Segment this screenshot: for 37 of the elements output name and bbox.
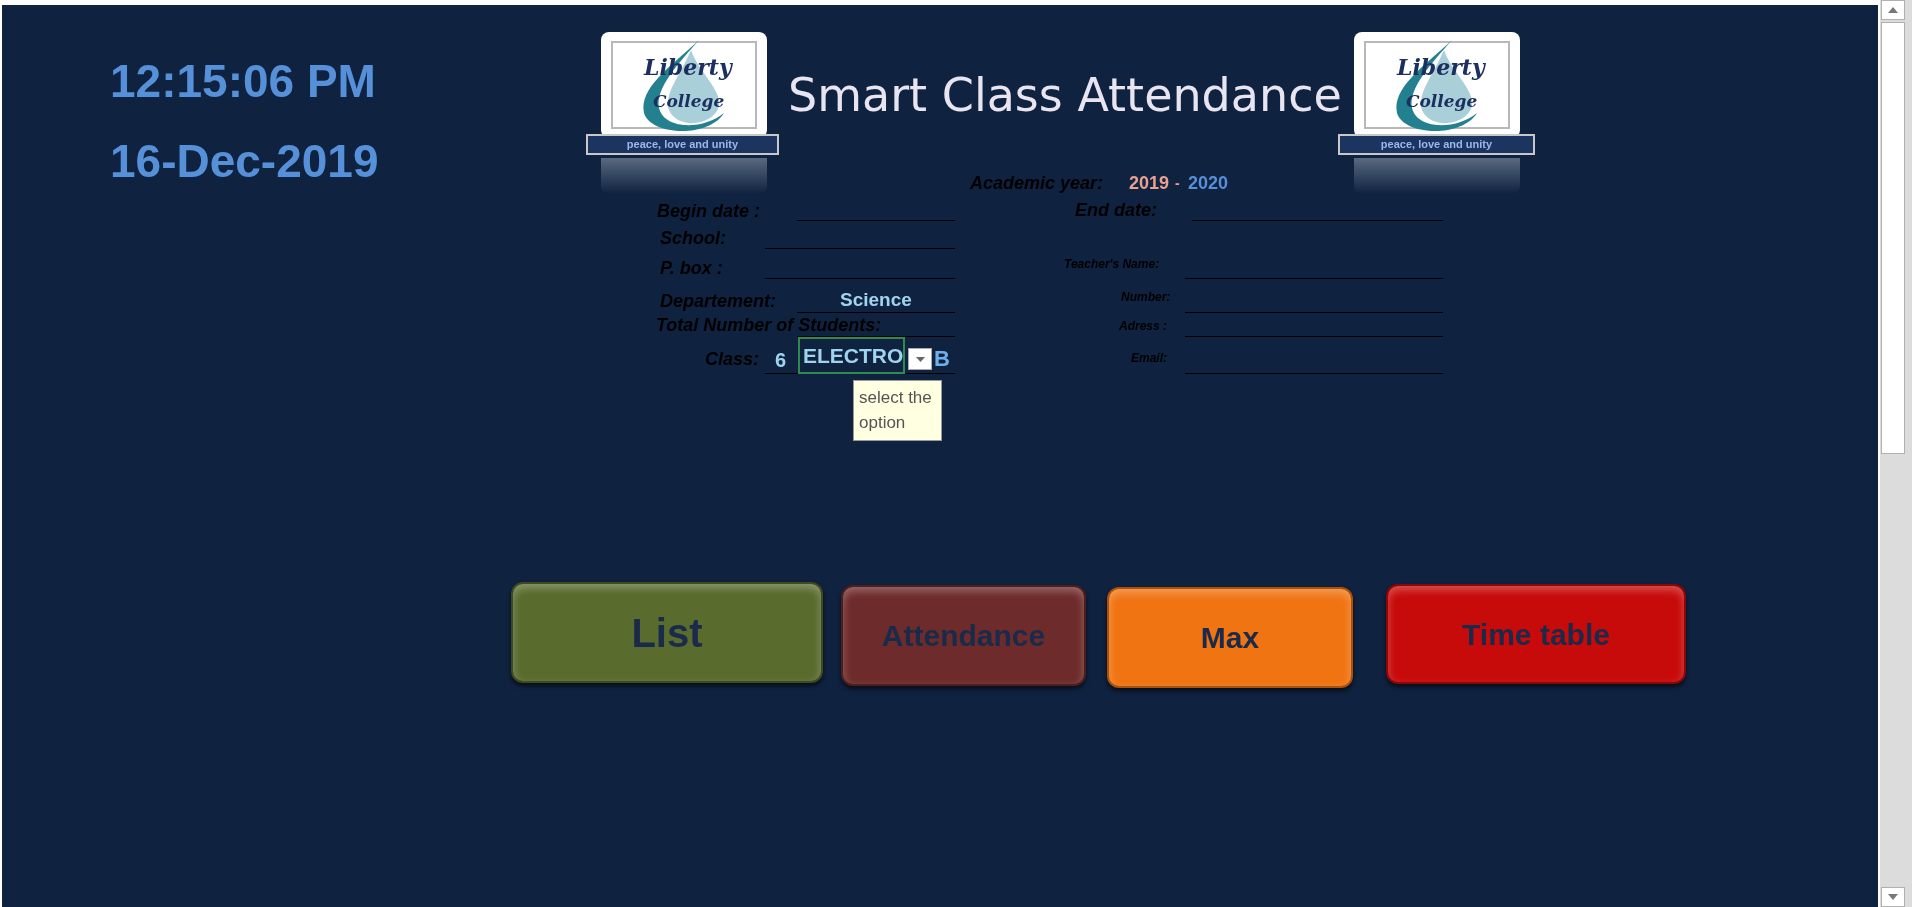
field-label: P. box :	[660, 257, 723, 280]
caret-icon	[915, 356, 925, 362]
field-label: Adress :	[1119, 318, 1168, 335]
scroll-down-button[interactable]	[1881, 887, 1905, 907]
year-start: 2019	[1129, 172, 1170, 195]
logo-motto: peace, love and unity	[1338, 134, 1535, 155]
year-separator: -	[1175, 174, 1180, 193]
clock-time: 12:15:06 PM	[110, 58, 376, 104]
scrollbar[interactable]	[1880, 0, 1912, 907]
up-arrow-icon	[1888, 7, 1898, 13]
field-label: Number:	[1121, 289, 1171, 306]
scroll-up-button[interactable]	[1881, 0, 1905, 20]
field-label: End date:	[1075, 199, 1157, 222]
field-label: Class:	[705, 348, 760, 371]
field-label: Total Number of Students:	[656, 314, 882, 337]
action-button[interactable]: Max	[1107, 587, 1353, 688]
clock-date: 16-Dec-2019	[110, 138, 379, 184]
field-value: B	[934, 345, 950, 373]
action-button[interactable]: Time table	[1386, 584, 1686, 684]
field-value: 6	[775, 348, 787, 373]
selected-cell[interactable]: ELECTRO	[798, 337, 905, 374]
down-arrow-icon	[1888, 894, 1898, 900]
field-label: Teacher's Name:	[1064, 256, 1160, 273]
scroll-thumb[interactable]	[1881, 22, 1905, 454]
field-label: Begin date :	[657, 200, 760, 223]
logo-motto: peace, love and unity	[586, 134, 779, 155]
year-end: 2020	[1188, 172, 1229, 195]
dropdown-button[interactable]	[908, 348, 932, 370]
field-label: School:	[660, 227, 726, 250]
field-label: Academic year:	[970, 172, 1104, 195]
field-value: Science	[840, 288, 912, 312]
tooltip: select the option	[853, 380, 942, 441]
field-label: Departement:	[660, 290, 777, 313]
page-title: Smart Class Attendance	[788, 72, 1342, 118]
field-label: Email:	[1131, 350, 1167, 367]
action-button[interactable]: List	[511, 582, 823, 683]
action-button[interactable]: Attendance	[841, 585, 1086, 686]
